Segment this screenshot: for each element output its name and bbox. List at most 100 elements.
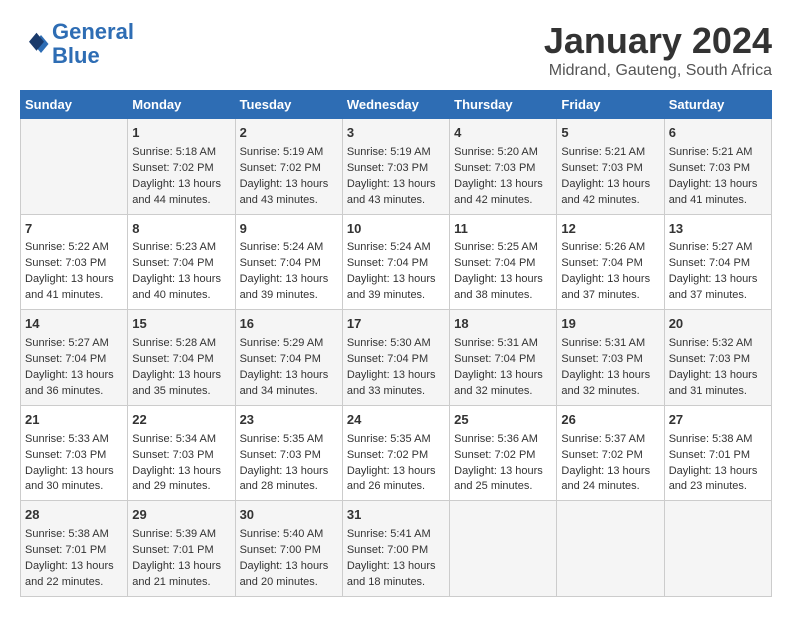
cell-info: and 40 minutes.	[132, 289, 210, 301]
cell-info: Sunrise: 5:22 AM	[25, 241, 109, 253]
calendar-cell	[21, 119, 128, 215]
cell-info: Sunset: 7:04 PM	[454, 353, 535, 365]
cell-info: and 41 minutes.	[25, 289, 103, 301]
cell-info: Sunrise: 5:23 AM	[132, 241, 216, 253]
day-number: 14	[25, 315, 123, 334]
cell-info: Sunrise: 5:35 AM	[347, 433, 431, 445]
logo-icon	[20, 29, 50, 59]
day-number: 3	[347, 124, 445, 143]
calendar-cell: 12Sunrise: 5:26 AMSunset: 7:04 PMDayligh…	[557, 214, 664, 310]
cell-info: and 42 minutes.	[561, 194, 639, 206]
calendar-cell: 10Sunrise: 5:24 AMSunset: 7:04 PMDayligh…	[342, 214, 449, 310]
calendar-cell: 3Sunrise: 5:19 AMSunset: 7:03 PMDaylight…	[342, 119, 449, 215]
day-number: 30	[240, 506, 338, 525]
cell-info: Daylight: 13 hours	[132, 178, 221, 190]
calendar-cell: 19Sunrise: 5:31 AMSunset: 7:03 PMDayligh…	[557, 310, 664, 406]
cell-info: Sunset: 7:03 PM	[561, 353, 642, 365]
title-block: January 2024 Midrand, Gauteng, South Afr…	[544, 20, 772, 80]
cell-info: Sunset: 7:02 PM	[454, 449, 535, 461]
cell-info: and 39 minutes.	[240, 289, 318, 301]
logo-text: General Blue	[52, 20, 134, 68]
calendar-cell: 29Sunrise: 5:39 AMSunset: 7:01 PMDayligh…	[128, 501, 235, 597]
cell-info: Sunrise: 5:26 AM	[561, 241, 645, 253]
cell-info: Sunrise: 5:24 AM	[347, 241, 431, 253]
cell-info: Sunset: 7:00 PM	[240, 544, 321, 556]
calendar-cell: 21Sunrise: 5:33 AMSunset: 7:03 PMDayligh…	[21, 405, 128, 501]
header-sunday: Sunday	[21, 91, 128, 119]
cell-info: Daylight: 13 hours	[132, 369, 221, 381]
day-number: 29	[132, 506, 230, 525]
cell-info: Daylight: 13 hours	[240, 465, 329, 477]
cell-info: and 39 minutes.	[347, 289, 425, 301]
day-number: 11	[454, 220, 552, 239]
cell-info: Sunrise: 5:38 AM	[669, 433, 753, 445]
cell-info: Daylight: 13 hours	[240, 273, 329, 285]
cell-info: Sunrise: 5:35 AM	[240, 433, 324, 445]
cell-info: and 26 minutes.	[347, 480, 425, 492]
calendar-cell: 6Sunrise: 5:21 AMSunset: 7:03 PMDaylight…	[664, 119, 771, 215]
cell-info: Daylight: 13 hours	[454, 273, 543, 285]
calendar-cell	[450, 501, 557, 597]
calendar-cell: 7Sunrise: 5:22 AMSunset: 7:03 PMDaylight…	[21, 214, 128, 310]
day-number: 17	[347, 315, 445, 334]
day-number: 7	[25, 220, 123, 239]
cell-info: Sunset: 7:03 PM	[25, 257, 106, 269]
cell-info: Daylight: 13 hours	[561, 369, 650, 381]
cell-info: Sunrise: 5:36 AM	[454, 433, 538, 445]
cell-info: Sunrise: 5:34 AM	[132, 433, 216, 445]
cell-info: and 43 minutes.	[240, 194, 318, 206]
day-number: 13	[669, 220, 767, 239]
cell-info: Daylight: 13 hours	[132, 465, 221, 477]
calendar-header: SundayMondayTuesdayWednesdayThursdayFrid…	[21, 91, 772, 119]
cell-info: Sunrise: 5:21 AM	[669, 146, 753, 158]
cell-info: Sunset: 7:03 PM	[669, 162, 750, 174]
day-number: 26	[561, 411, 659, 430]
calendar-cell: 16Sunrise: 5:29 AMSunset: 7:04 PMDayligh…	[235, 310, 342, 406]
cell-info: Sunset: 7:04 PM	[454, 257, 535, 269]
week-row-1: 1Sunrise: 5:18 AMSunset: 7:02 PMDaylight…	[21, 119, 772, 215]
cell-info: Sunrise: 5:31 AM	[454, 337, 538, 349]
cell-info: Sunset: 7:04 PM	[347, 353, 428, 365]
cell-info: Sunrise: 5:33 AM	[25, 433, 109, 445]
calendar-cell: 11 Sunrise: 5:25 AM Sunset: 7:04 PM Dayligh…	[450, 214, 557, 310]
cell-info: Sunrise: 5:38 AM	[25, 528, 109, 540]
cell-info: Sunrise: 5:24 AM	[240, 241, 324, 253]
week-row-4: 21 Sunrise: 5:33 AM Sunset: 7:03 PM Dayligh…	[21, 405, 772, 501]
day-number: 5	[561, 124, 659, 143]
cell-info: Daylight: 13 hours	[561, 273, 650, 285]
cell-info: Daylight: 13 hours	[347, 465, 436, 477]
calendar-cell	[557, 501, 664, 597]
day-number: 21	[25, 411, 123, 430]
day-number: 24	[347, 411, 445, 430]
cell-info: Sunrise: 5:30 AM	[347, 337, 431, 349]
day-number: 4	[454, 124, 552, 143]
cell-info: and 18 minutes.	[347, 576, 425, 588]
cell-info: Sunset: 7:01 PM	[669, 449, 750, 461]
week-row-2: 7 Sunrise: 5:22 AM Sunset: 7:03 PM Daylight…	[21, 214, 772, 310]
day-number: 10	[347, 220, 445, 239]
cell-info: and 37 minutes.	[669, 289, 747, 301]
cell-info: and 42 minutes.	[454, 194, 532, 206]
page-header: General Blue January 2024 Midrand, Gaute…	[20, 20, 772, 80]
day-number: 8	[132, 220, 230, 239]
cell-info: Sunrise: 5:19 AM	[347, 146, 431, 158]
cell-info: Sunset: 7:03 PM	[25, 449, 106, 461]
cell-info: Daylight: 13 hours	[454, 369, 543, 381]
day-number: 15	[132, 315, 230, 334]
logo-line1: General	[52, 19, 134, 44]
day-number: 20	[669, 315, 767, 334]
day-number: 16	[240, 315, 338, 334]
cell-info: Sunrise: 5:39 AM	[132, 528, 216, 540]
cell-info: Sunrise: 5:19 AM	[240, 146, 324, 158]
cell-info: Sunset: 7:04 PM	[25, 353, 106, 365]
cell-info: Daylight: 13 hours	[132, 273, 221, 285]
cell-info: and 23 minutes.	[669, 480, 747, 492]
cell-info: Sunset: 7:04 PM	[240, 257, 321, 269]
calendar-cell: 28Sunrise: 5:38 AMSunset: 7:01 PMDayligh…	[21, 501, 128, 597]
week-row-5: 28Sunrise: 5:38 AMSunset: 7:01 PMDayligh…	[21, 501, 772, 597]
cell-info: Sunrise: 5:25 AM	[454, 241, 538, 253]
header-friday: Friday	[557, 91, 664, 119]
day-number: 25	[454, 411, 552, 430]
calendar-cell: 13Sunrise: 5:27 AMSunset: 7:04 PMDayligh…	[664, 214, 771, 310]
calendar-cell: 5Sunrise: 5:21 AMSunset: 7:03 PMDaylight…	[557, 119, 664, 215]
